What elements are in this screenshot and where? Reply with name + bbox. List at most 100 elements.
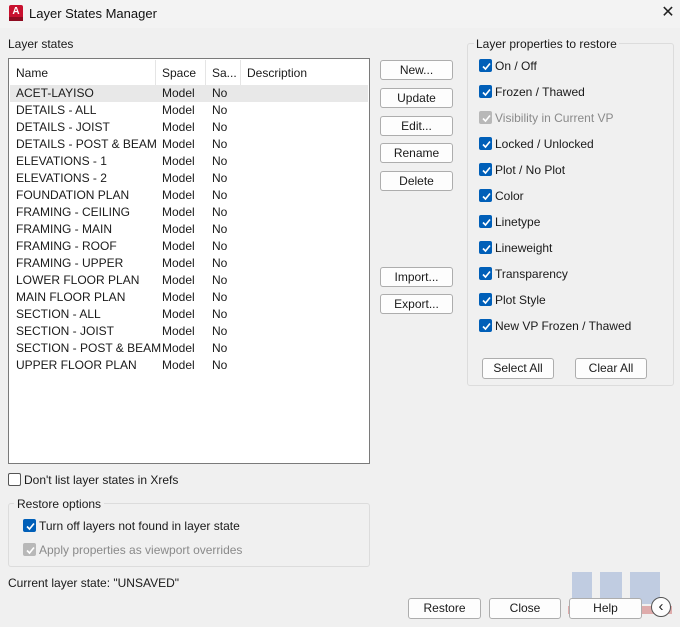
layer-properties-label: Layer properties to restore — [474, 37, 619, 51]
turn-off-layers-checkbox[interactable] — [23, 519, 36, 532]
layer-state-row[interactable]: FRAMING - MAIN Model No — [10, 221, 368, 238]
property-checkbox[interactable] — [479, 215, 492, 228]
property-checkbox[interactable] — [479, 189, 492, 202]
checkbox-box — [479, 241, 492, 254]
rename-button[interactable]: Rename — [380, 143, 453, 163]
property-checkbox[interactable] — [479, 85, 492, 98]
import-button[interactable]: Import... — [380, 267, 453, 287]
cell-description — [247, 357, 367, 374]
autocad-app-icon: A — [9, 5, 23, 21]
cell-saved: No — [212, 324, 228, 338]
xrefs-label: Don't list layer states in Xrefs — [24, 473, 179, 487]
layer-state-row[interactable]: FRAMING - UPPER Model No — [10, 255, 368, 272]
layer-states-label: Layer states — [8, 37, 74, 51]
select-all-button[interactable]: Select All — [482, 358, 554, 379]
edit-button[interactable]: Edit... — [380, 116, 453, 136]
cell-space: Model — [162, 171, 195, 185]
cell-space: Model — [162, 188, 195, 202]
column-header-space[interactable]: Space — [156, 60, 206, 86]
property-checkbox[interactable] — [479, 241, 492, 254]
cell-description — [247, 153, 367, 170]
cell-space: Model — [162, 239, 195, 253]
current-layer-state-text: Current layer state: "UNSAVED" — [8, 576, 180, 590]
column-header-name[interactable]: Name — [10, 60, 156, 86]
cell-description — [247, 289, 367, 306]
restore-button[interactable]: Restore — [408, 598, 481, 619]
property-checkbox[interactable] — [479, 293, 492, 306]
cell-saved: No — [212, 205, 228, 219]
cell-space: Model — [162, 341, 195, 355]
column-header-saved[interactable]: Sa... — [206, 60, 241, 86]
checkbox-box — [479, 267, 492, 280]
cell-name: LOWER FLOOR PLAN — [16, 273, 140, 287]
close-window-icon[interactable]: ✕ — [660, 4, 676, 22]
apply-vp-overrides-checkbox — [23, 543, 36, 556]
layer-state-row[interactable]: LOWER FLOOR PLAN Model No — [10, 272, 368, 289]
turn-off-layers-label: Turn off layers not found in layer state — [39, 519, 240, 533]
window-title: Layer States Manager — [29, 6, 157, 21]
property-checkbox — [479, 111, 492, 124]
layer-state-row[interactable]: FRAMING - CEILING Model No — [10, 204, 368, 221]
property-label: Locked / Unlocked — [495, 137, 594, 151]
layer-state-row[interactable]: MAIN FLOOR PLAN Model No — [10, 289, 368, 306]
cell-saved: No — [212, 120, 228, 134]
property-label: Frozen / Thawed — [495, 85, 585, 99]
cell-space: Model — [162, 86, 195, 100]
clear-all-button[interactable]: Clear All — [575, 358, 647, 379]
collapse-chevron-icon[interactable]: ‹ — [651, 597, 671, 617]
layer-state-row[interactable]: SECTION - JOIST Model No — [10, 323, 368, 340]
layer-state-row[interactable]: SECTION - ALL Model No — [10, 306, 368, 323]
help-button[interactable]: Help — [569, 598, 642, 619]
layer-state-row[interactable]: DETAILS - ALL Model No — [10, 102, 368, 119]
cell-saved: No — [212, 154, 228, 168]
cell-space: Model — [162, 205, 195, 219]
checkbox-box — [479, 85, 492, 98]
layer-state-row[interactable]: UPPER FLOOR PLAN Model No — [10, 357, 368, 374]
cell-space: Model — [162, 154, 195, 168]
close-button[interactable]: Close — [489, 598, 561, 619]
cell-description — [247, 272, 367, 289]
layer-state-row[interactable]: ACET-LAYISO Model No — [10, 85, 368, 102]
cell-name: DETAILS - JOIST — [16, 120, 110, 134]
checkbox-box — [479, 293, 492, 306]
checkbox-box — [479, 163, 492, 176]
layer-states-list[interactable]: Name Space Sa... Description ACET-LAYISO… — [8, 58, 370, 464]
layer-state-row[interactable]: SECTION - POST & BEAM Model No — [10, 340, 368, 357]
xrefs-checkbox[interactable] — [8, 473, 21, 486]
cell-name: ELEVATIONS - 2 — [16, 171, 107, 185]
property-checkbox[interactable] — [479, 137, 492, 150]
cell-description — [247, 85, 367, 102]
delete-button[interactable]: Delete — [380, 171, 453, 191]
cell-description — [247, 187, 367, 204]
column-header-description[interactable]: Description — [241, 60, 367, 86]
property-checkbox[interactable] — [479, 319, 492, 332]
list-header: Name Space Sa... Description — [10, 60, 368, 86]
cell-space: Model — [162, 222, 195, 236]
cell-saved: No — [212, 222, 228, 236]
cell-space: Model — [162, 103, 195, 117]
property-label: Color — [495, 189, 524, 203]
cell-space: Model — [162, 290, 195, 304]
cell-saved: No — [212, 341, 228, 355]
cell-saved: No — [212, 239, 228, 253]
new-button[interactable]: New... — [380, 60, 453, 80]
cell-description — [247, 119, 367, 136]
apply-vp-overrides-label: Apply properties as viewport overrides — [39, 543, 243, 557]
checkbox-box — [479, 215, 492, 228]
cell-name: FRAMING - ROOF — [16, 239, 117, 253]
layer-state-row[interactable]: DETAILS - POST & BEAM Model No — [10, 136, 368, 153]
layer-state-row[interactable]: ELEVATIONS - 1 Model No — [10, 153, 368, 170]
property-checkbox[interactable] — [479, 163, 492, 176]
layer-state-row[interactable]: ELEVATIONS - 2 Model No — [10, 170, 368, 187]
property-label: Transparency — [495, 267, 568, 281]
export-button[interactable]: Export... — [380, 294, 453, 314]
layer-state-row[interactable]: FOUNDATION PLAN Model No — [10, 187, 368, 204]
layer-state-row[interactable]: FRAMING - ROOF Model No — [10, 238, 368, 255]
cell-name: SECTION - ALL — [16, 307, 101, 321]
update-button[interactable]: Update — [380, 88, 453, 108]
property-checkbox[interactable] — [479, 267, 492, 280]
cell-saved: No — [212, 273, 228, 287]
layer-state-row[interactable]: DETAILS - JOIST Model No — [10, 119, 368, 136]
property-checkbox[interactable] — [479, 59, 492, 72]
cell-name: MAIN FLOOR PLAN — [16, 290, 126, 304]
